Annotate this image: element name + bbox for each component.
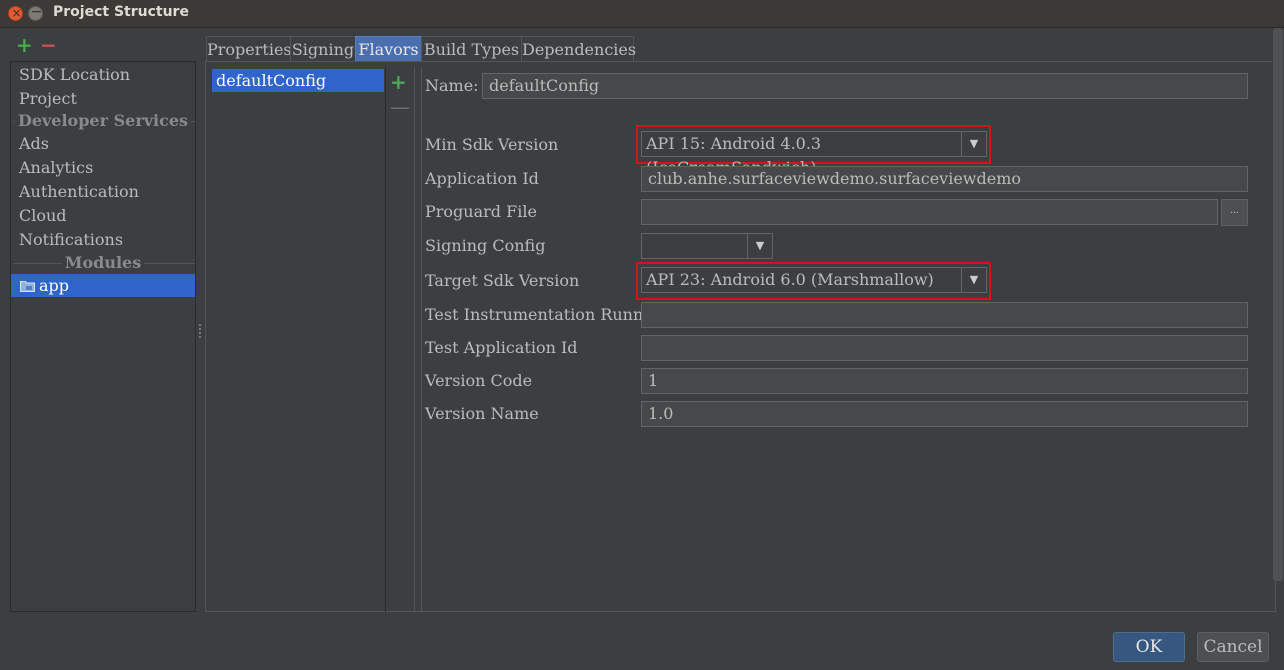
name-label: Name:	[425, 76, 479, 95]
application-id-field[interactable]: club.anhe.surfaceviewdemo.surfaceviewdem…	[641, 166, 1248, 192]
cancel-button[interactable]: Cancel	[1197, 632, 1269, 662]
chevron-down-icon: ▼	[747, 234, 772, 258]
signing-config-dropdown[interactable]: ▼	[641, 233, 773, 259]
target-sdk-label: Target Sdk Version	[425, 271, 580, 290]
scrollbar-thumb[interactable]	[1273, 28, 1283, 581]
sidebar-item-sdk-location[interactable]: SDK Location	[19, 64, 130, 86]
window-title: Project Structure	[53, 4, 189, 20]
chevron-down-icon: ▼	[961, 132, 986, 156]
minimize-icon: −	[30, 4, 43, 20]
flavor-splitter[interactable]	[414, 67, 422, 612]
proguard-file-field[interactable]	[641, 199, 1218, 225]
tab-build-types[interactable]: Build Types	[421, 36, 522, 62]
ok-button[interactable]: OK	[1113, 632, 1185, 662]
test-application-id-label: Test Application Id	[425, 338, 578, 357]
flavor-item-defaultconfig[interactable]: defaultConfig	[212, 69, 384, 92]
tab-dependencies[interactable]: Dependencies	[521, 36, 636, 62]
sidebar-item-notifications[interactable]: Notifications	[19, 229, 123, 251]
sidebar-item-authentication[interactable]: Authentication	[19, 181, 139, 203]
proguard-browse-button[interactable]: ...	[1221, 199, 1248, 226]
remove-flavor-icon[interactable]: —	[390, 97, 410, 117]
version-code-field[interactable]: 1	[641, 368, 1248, 394]
window-close-button[interactable]: ×	[8, 6, 23, 21]
sidebar-item-app[interactable]: app	[11, 274, 195, 297]
flavor-list	[212, 67, 386, 612]
sidebar-item-ads[interactable]: Ads	[19, 133, 49, 155]
title-bar	[0, 0, 1284, 28]
application-id-label: Application Id	[425, 169, 539, 188]
modules-header: Modules	[11, 252, 195, 274]
sidebar-splitter-handle[interactable]	[198, 322, 202, 340]
module-folder-icon	[20, 281, 35, 292]
test-application-id-field[interactable]	[641, 335, 1248, 361]
close-icon: ×	[11, 6, 22, 20]
version-name-label: Version Name	[425, 404, 539, 423]
window-minimize-button[interactable]: −	[28, 4, 43, 21]
chevron-down-icon: ▼	[961, 268, 986, 292]
add-flavor-icon[interactable]: +	[390, 72, 407, 92]
remove-icon[interactable]: −	[40, 34, 57, 56]
sidebar-item-cloud[interactable]: Cloud	[19, 205, 67, 227]
tab-properties[interactable]: Properties	[206, 36, 292, 62]
developer-services-header: Developer Services	[11, 110, 195, 132]
test-instrumentation-runner-field[interactable]	[641, 302, 1248, 328]
dialog-button-bar	[0, 612, 1284, 670]
sidebar: SDK Location Project Developer Services …	[10, 61, 196, 612]
version-code-label: Version Code	[425, 371, 533, 390]
add-icon[interactable]: +	[16, 34, 33, 56]
test-instrumentation-runner-label: Test Instrumentation Runner	[425, 305, 661, 324]
signing-config-label: Signing Config	[425, 236, 546, 255]
target-sdk-dropdown[interactable]: API 23: Android 6.0 (Marshmallow) ▼	[641, 267, 987, 293]
tab-flavors[interactable]: Flavors	[355, 36, 422, 62]
sidebar-item-analytics[interactable]: Analytics	[19, 157, 93, 179]
name-field[interactable]: defaultConfig	[482, 73, 1248, 99]
proguard-file-label: Proguard File	[425, 202, 537, 221]
min-sdk-label: Min Sdk Version	[425, 135, 559, 154]
tab-signing[interactable]: Signing	[290, 36, 356, 62]
sidebar-item-project[interactable]: Project	[19, 88, 77, 110]
version-name-field[interactable]: 1.0	[641, 401, 1248, 427]
min-sdk-dropdown[interactable]: API 15: Android 4.0.3 (IceCreamSandwich)…	[641, 131, 987, 177]
